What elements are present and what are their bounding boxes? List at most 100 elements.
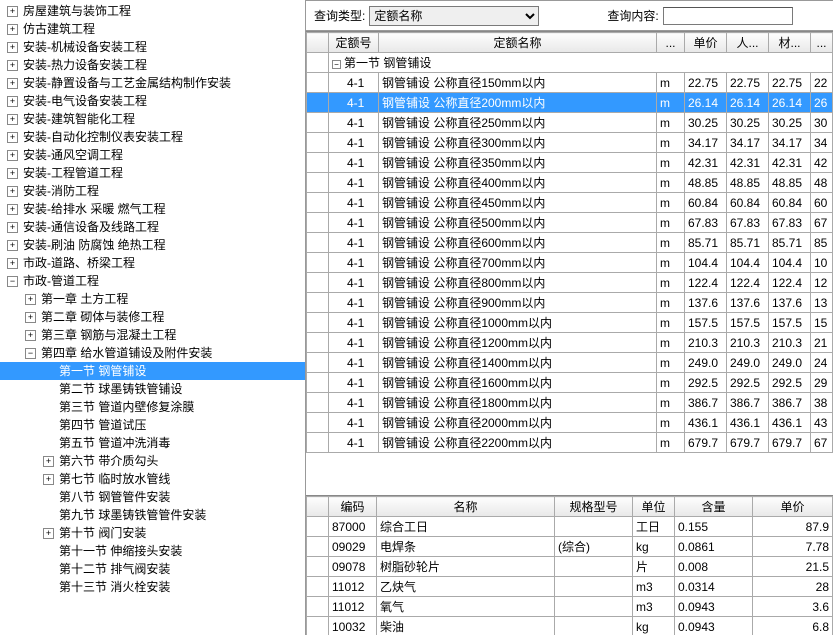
quota-row[interactable]: 4-1钢管铺设 公称直径1600mm以内m292.5292.5292.529 [307,373,833,393]
nav-tree[interactable]: +房屋建筑与装饰工程+仿古建筑工程+安装-机械设备安装工程+安装-热力设备安装工… [0,0,305,598]
quota-row[interactable]: 4-1钢管铺设 公称直径500mm以内m67.8367.8367.8367 [307,213,833,233]
col-header[interactable]: 材... [769,33,811,53]
query-content-input[interactable] [663,7,793,25]
tree-item[interactable]: +第十节 阀门安装 [0,524,305,542]
tree-item[interactable]: 第九节 球墨铸铁管管件安装 [0,506,305,524]
col-header[interactable]: 规格型号 [555,497,633,517]
section-row[interactable]: −第一节 钢管铺设 [329,53,833,73]
tree-item[interactable]: 第四节 管道试压 [0,416,305,434]
quota-row[interactable]: 4-1钢管铺设 公称直径1000mm以内m157.5157.5157.515 [307,313,833,333]
col-header[interactable]: 单位 [633,497,675,517]
material-row[interactable]: 10032柴油kg0.09436.8 [307,617,833,635]
expand-icon[interactable]: + [7,240,18,251]
col-header[interactable]: 人... [727,33,769,53]
col-header[interactable]: 单价 [685,33,727,53]
quota-row[interactable]: 4-1钢管铺设 公称直径300mm以内m34.1734.1734.1734 [307,133,833,153]
material-row[interactable]: 11012乙炔气m30.031428 [307,577,833,597]
expand-icon[interactable]: + [7,150,18,161]
quota-row[interactable]: 4-1钢管铺设 公称直径2200mm以内m679.7679.7679.767 [307,433,833,453]
expand-icon[interactable]: + [43,474,54,485]
tree-item[interactable]: +安装-机械设备安装工程 [0,38,305,56]
tree-item[interactable]: 第二节 球墨铸铁管铺设 [0,380,305,398]
material-row[interactable]: 87000综合工日工日0.15587.9 [307,517,833,537]
col-header[interactable] [307,497,329,517]
tree-item[interactable]: 第八节 钢管管件安装 [0,488,305,506]
quota-row[interactable]: 4-1钢管铺设 公称直径700mm以内m104.4104.4104.410 [307,253,833,273]
expand-icon[interactable]: + [7,204,18,215]
expand-icon[interactable]: + [25,312,36,323]
col-header[interactable]: ... [657,33,685,53]
col-header[interactable]: 含量 [675,497,753,517]
tree-item[interactable]: +安装-电气设备安装工程 [0,92,305,110]
quota-row[interactable]: 4-1钢管铺设 公称直径1200mm以内m210.3210.3210.321 [307,333,833,353]
tree-item[interactable]: +安装-自动化控制仪表安装工程 [0,128,305,146]
expand-icon[interactable]: + [7,6,18,17]
material-row[interactable]: 09029电焊条(综合)kg0.08617.78 [307,537,833,557]
quota-row[interactable]: 4-1钢管铺设 公称直径900mm以内m137.6137.6137.613 [307,293,833,313]
quota-row[interactable]: 4-1钢管铺设 公称直径2000mm以内m436.1436.1436.143 [307,413,833,433]
quota-row[interactable]: 4-1钢管铺设 公称直径1800mm以内m386.7386.7386.738 [307,393,833,413]
col-header[interactable]: 名称 [377,497,555,517]
tree-item[interactable]: 第五节 管道冲洗消毒 [0,434,305,452]
col-header[interactable]: ... [811,33,833,53]
tree-item[interactable]: +第二章 砌体与装修工程 [0,308,305,326]
material-row[interactable]: 11012氧气m30.09433.6 [307,597,833,617]
quota-grid[interactable]: 定额号定额名称...单价人...材...... −第一节 钢管铺设4-1钢管铺设… [306,31,833,495]
tree-item[interactable]: +安装-热力设备安装工程 [0,56,305,74]
col-header[interactable]: 定额号 [329,33,379,53]
expand-icon[interactable]: + [25,294,36,305]
quota-row[interactable]: 4-1钢管铺设 公称直径800mm以内m122.4122.4122.412 [307,273,833,293]
tree-item[interactable]: +安装-通信设备及线路工程 [0,218,305,236]
query-type-select[interactable]: 定额名称 [369,6,539,26]
quota-row[interactable]: 4-1钢管铺设 公称直径1400mm以内m249.0249.0249.024 [307,353,833,373]
expand-icon[interactable]: − [7,276,18,287]
expand-icon[interactable]: + [7,132,18,143]
col-header[interactable]: 编码 [329,497,377,517]
expand-icon[interactable]: + [7,60,18,71]
tree-item[interactable]: +安装-刷油 防腐蚀 绝热工程 [0,236,305,254]
expand-icon[interactable]: + [7,222,18,233]
material-grid[interactable]: 编码名称规格型号单位含量单价 87000综合工日工日0.15587.909029… [306,495,833,635]
expand-icon[interactable]: − [25,348,36,359]
quota-row[interactable]: 4-1钢管铺设 公称直径350mm以内m42.3142.3142.3142 [307,153,833,173]
tree-item[interactable]: +第三章 钢筋与混凝土工程 [0,326,305,344]
tree-item[interactable]: 第十三节 消火栓安装 [0,578,305,596]
expand-icon[interactable]: + [7,258,18,269]
col-header[interactable] [307,33,329,53]
expand-icon[interactable]: + [7,96,18,107]
tree-item[interactable]: 第一节 钢管铺设 [0,362,305,380]
tree-item[interactable]: 第三节 管道内壁修复涂膜 [0,398,305,416]
quota-row[interactable]: 4-1钢管铺设 公称直径450mm以内m60.8460.8460.8460 [307,193,833,213]
tree-item[interactable]: 第十二节 排气阀安装 [0,560,305,578]
expand-icon[interactable]: + [7,168,18,179]
tree-item[interactable]: +安装-给排水 采暖 燃气工程 [0,200,305,218]
tree-item[interactable]: +安装-消防工程 [0,182,305,200]
tree-item[interactable]: +房屋建筑与装饰工程 [0,2,305,20]
expand-icon[interactable]: + [43,456,54,467]
col-header[interactable]: 定额名称 [379,33,657,53]
expand-icon[interactable]: + [7,114,18,125]
quota-row[interactable]: 4-1钢管铺设 公称直径400mm以内m48.8548.8548.8548 [307,173,833,193]
tree-item[interactable]: +第六节 带介质勾头 [0,452,305,470]
tree-item[interactable]: +安装-通风空调工程 [0,146,305,164]
tree-item[interactable]: +安装-建筑智能化工程 [0,110,305,128]
tree-item[interactable]: −第四章 给水管道铺设及附件安装 [0,344,305,362]
expand-icon[interactable]: + [7,42,18,53]
expand-icon[interactable]: + [7,186,18,197]
tree-item[interactable]: −市政-管道工程 [0,272,305,290]
quota-row[interactable]: 4-1钢管铺设 公称直径250mm以内m30.2530.2530.2530 [307,113,833,133]
collapse-icon[interactable]: − [332,60,341,69]
col-header[interactable]: 单价 [753,497,833,517]
material-row[interactable]: 09078树脂砂轮片片0.00821.5 [307,557,833,577]
tree-item[interactable]: +安装-静置设备与工艺金属结构制作安装 [0,74,305,92]
quota-row[interactable]: 4-1钢管铺设 公称直径150mm以内m22.7522.7522.7522 [307,73,833,93]
tree-item[interactable]: +安装-工程管道工程 [0,164,305,182]
tree-item[interactable]: +市政-道路、桥梁工程 [0,254,305,272]
expand-icon[interactable]: + [7,24,18,35]
tree-item[interactable]: 第十一节 伸缩接头安装 [0,542,305,560]
quota-row[interactable]: 4-1钢管铺设 公称直径600mm以内m85.7185.7185.7185 [307,233,833,253]
tree-item[interactable]: +第七节 临时放水管线 [0,470,305,488]
expand-icon[interactable]: + [25,330,36,341]
tree-item[interactable]: +仿古建筑工程 [0,20,305,38]
expand-icon[interactable]: + [43,528,54,539]
